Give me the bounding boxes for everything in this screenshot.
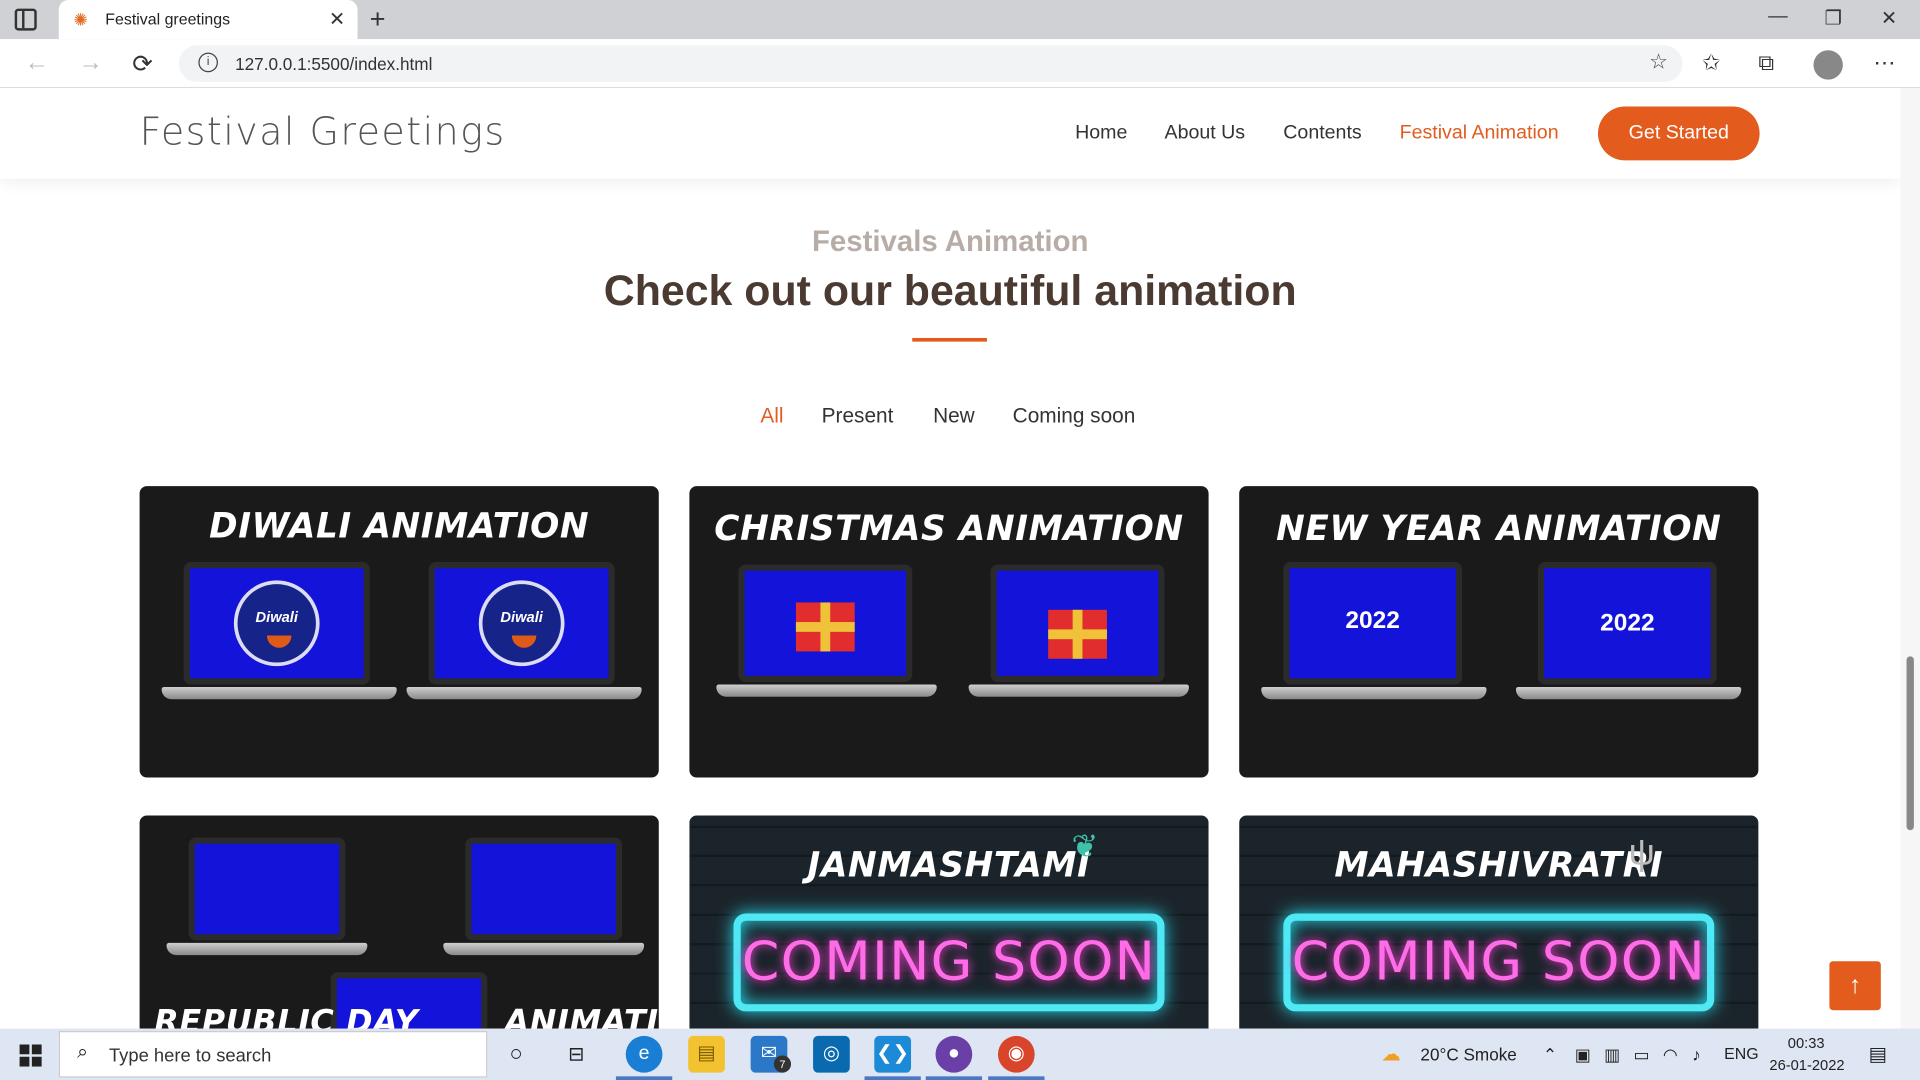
edge-app-icon[interactable]: e: [625, 1035, 663, 1073]
laptop-image: [443, 837, 645, 960]
arrow-up-icon: ↑: [1848, 972, 1862, 1000]
site-header: Festival Greetings Home About Us Content…: [0, 88, 1901, 179]
favorites-icon[interactable]: ✩: [1702, 50, 1720, 76]
language-indicator[interactable]: ENG: [1724, 1044, 1758, 1062]
card-republic-day[interactable]: REPUBLIC DAY ANIMATION: [139, 815, 659, 1029]
card-title: REPUBLIC DAY: [154, 1004, 419, 1029]
card-title-suffix: ANIMATION: [504, 1004, 659, 1029]
site-logo[interactable]: Festival Greetings: [140, 110, 506, 154]
forward-icon[interactable]: →: [78, 49, 102, 77]
tab-actions-icon[interactable]: [14, 8, 37, 31]
address-bar-row: ← → ⟳ i 127.0.0.1:5500/index.html ☆ ✩ ⧉ …: [0, 39, 1920, 89]
profile-avatar[interactable]: [1813, 50, 1843, 80]
vscode-active-indicator: [864, 1076, 921, 1080]
nav-about-us[interactable]: About Us: [1164, 122, 1245, 144]
card-new-year[interactable]: NEW YEAR ANIMATION 2022 2022: [1239, 486, 1759, 778]
card-title: MAHASHIVRATRI: [1334, 844, 1664, 886]
notifications-icon[interactable]: ▤: [1869, 1042, 1888, 1066]
back-to-top-button[interactable]: ↑: [1829, 961, 1881, 1011]
show-hidden-icons[interactable]: ⌃: [1543, 1044, 1557, 1065]
section-subtitle: Festivals Animation: [811, 225, 1089, 259]
laptop-image: 2022: [1515, 562, 1742, 704]
mail-badge: 7: [773, 1055, 792, 1073]
tab-title: Festival greetings: [105, 9, 231, 29]
vscode-icon[interactable]: ❮❯: [874, 1035, 912, 1073]
card-title: JANMASHTAMI: [807, 844, 1091, 886]
browser-tab-bar: ✺ Festival greetings ✕ + — ❐ ✕: [0, 0, 1920, 40]
card-title: DIWALI ANIMATION: [209, 505, 590, 547]
clock-date[interactable]: 26-01-2022: [1769, 1057, 1844, 1074]
more-icon[interactable]: ⋯: [1873, 50, 1895, 76]
filter-new[interactable]: New: [933, 404, 975, 428]
back-icon[interactable]: ←: [24, 49, 48, 77]
search-placeholder: Type here to search: [108, 1045, 272, 1067]
section-divider: [912, 337, 987, 342]
page-scrollbar[interactable]: [1900, 88, 1920, 1029]
url-field[interactable]: i 127.0.0.1:5500/index.html ☆: [178, 45, 1683, 83]
minimize-icon[interactable]: —: [1768, 6, 1788, 28]
coming-soon-text: COMING SOON: [1291, 930, 1706, 994]
filter-present[interactable]: Present: [822, 404, 894, 428]
section-title: Check out our beautiful animation: [603, 266, 1297, 315]
wifi-icon[interactable]: ◠: [1663, 1044, 1678, 1065]
coming-soon-text: COMING SOON: [741, 930, 1157, 994]
tab-close-icon[interactable]: ✕: [329, 7, 345, 31]
card-christmas[interactable]: CHRISTMAS ANIMATION: [689, 486, 1209, 778]
browser-tab[interactable]: ✺ Festival greetings ✕: [58, 0, 358, 40]
laptop-image: Diwali: [406, 562, 642, 704]
nav-festival-animation[interactable]: Festival Animation: [1400, 122, 1559, 144]
festival-favicon-icon: ✺: [73, 9, 88, 30]
cortana-icon[interactable]: ○: [509, 1041, 522, 1067]
get-started-button[interactable]: Get Started: [1597, 106, 1760, 161]
close-window-icon[interactable]: ✕: [1881, 6, 1897, 30]
taskbar-search-field[interactable]: ⌕ Type here to search: [58, 1031, 488, 1078]
peacock-feather-icon: ❦: [1071, 827, 1099, 865]
card-title: CHRISTMAS ANIMATION: [714, 508, 1184, 549]
chrome-active-indicator: [988, 1076, 1045, 1080]
collections-icon[interactable]: ⧉: [1758, 50, 1774, 76]
task-view-icon[interactable]: ⊟: [568, 1042, 584, 1066]
screen-root: ✺ Festival greetings ✕ + — ❐ ✕ ← → ⟳ i 1…: [0, 0, 1920, 1080]
dell-app-icon[interactable]: ◎: [813, 1035, 850, 1073]
site-info-icon[interactable]: i: [198, 52, 218, 73]
nav-home[interactable]: Home: [1075, 122, 1127, 144]
laptop-image: [968, 564, 1189, 701]
weather-icon[interactable]: ☁: [1381, 1042, 1401, 1066]
restore-icon[interactable]: ❐: [1825, 6, 1843, 30]
filter-coming-soon[interactable]: Coming soon: [1013, 404, 1136, 428]
laptop-image: [166, 837, 368, 960]
laptop-image: [716, 564, 937, 701]
new-tab-icon[interactable]: +: [370, 4, 386, 36]
reload-icon[interactable]: ⟳: [132, 49, 153, 80]
clock-time[interactable]: 00:33: [1788, 1035, 1825, 1052]
card-janmashtami[interactable]: JANMASHTAMI ❦ COMING SOON: [689, 815, 1209, 1029]
edge-active-indicator: [615, 1076, 673, 1080]
url-text[interactable]: 127.0.0.1:5500/index.html: [235, 54, 432, 74]
nav-contents[interactable]: Contents: [1283, 122, 1361, 144]
card-mahashivratri[interactable]: MAHASHIVRATRI ψ COMING SOON: [1239, 815, 1759, 1029]
laptop-image: 2022: [1261, 562, 1487, 704]
battery-icon[interactable]: ▭: [1633, 1044, 1649, 1065]
weather-text[interactable]: 20°C Smoke: [1420, 1044, 1516, 1064]
volume-icon[interactable]: ♪: [1692, 1044, 1701, 1064]
trident-icon: ψ: [1628, 832, 1655, 874]
file-explorer-icon[interactable]: ▤: [688, 1035, 725, 1073]
add-favorite-icon[interactable]: ☆: [1649, 50, 1668, 74]
filter-all[interactable]: All: [760, 404, 783, 428]
github-active-indicator: [925, 1076, 983, 1080]
card-title: NEW YEAR ANIMATION: [1276, 508, 1722, 549]
page-viewport: Festival Greetings Home About Us Content…: [0, 88, 1901, 1029]
laptop-image: Diwali: [161, 562, 397, 704]
github-desktop-icon[interactable]: ●: [935, 1035, 973, 1073]
windows-taskbar: ⌕ Type here to search ○ ⊟ e ▤ ✉ 7 ◎ ❮❯ ●…: [0, 1028, 1920, 1080]
search-icon: ⌕: [77, 1042, 89, 1063]
windows-start-icon[interactable]: [19, 1044, 42, 1067]
meet-now-icon[interactable]: ▥: [1604, 1044, 1620, 1065]
scrollbar-thumb[interactable]: [1906, 656, 1914, 831]
chrome-icon[interactable]: ◉: [997, 1035, 1035, 1073]
tray-app-icon[interactable]: ▣: [1575, 1044, 1591, 1065]
card-diwali[interactable]: DIWALI ANIMATION Diwali Diwali: [139, 486, 659, 778]
